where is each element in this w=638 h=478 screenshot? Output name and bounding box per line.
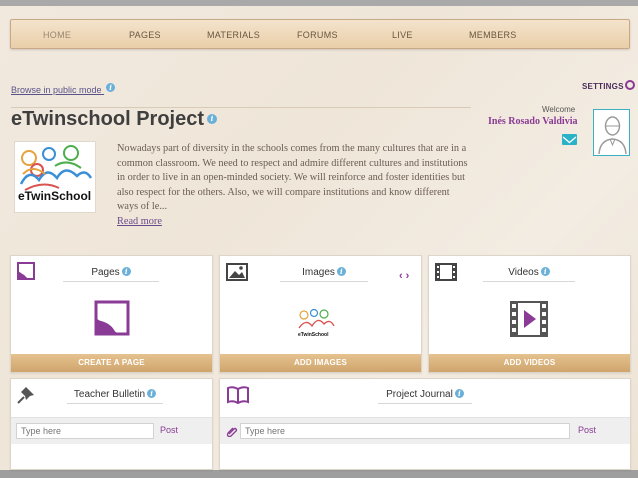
teacher-bulletin-card: Teacher Bulletini Post [10,378,213,470]
user-silhouette-icon [598,116,627,155]
nav-pages[interactable]: PAGES [129,20,161,50]
project-logo: eTwinSchool [14,141,96,213]
mail-icon[interactable] [562,134,577,145]
pages-title-label: Pages [91,267,120,278]
project-journal-card: Project Journali Post [219,378,631,470]
images-title-label: Images [302,267,335,278]
paperclip-icon[interactable] [226,425,238,437]
journal-input[interactable] [240,423,570,439]
pushpin-icon [17,387,34,404]
carousel-next-button[interactable]: › [406,270,413,282]
bulletin-post-button[interactable]: Post [160,425,178,435]
bulletin-title-label: Teacher Bulletin [73,389,146,400]
journal-post-button[interactable]: Post [578,425,596,435]
welcome-label: Welcome [542,105,576,114]
people-logo-icon [298,308,335,329]
pages-card: Pages i CREATE A PAGE [10,255,213,373]
carousel-prev-button[interactable]: ‹ [399,270,406,282]
people-logo-icon [19,145,93,191]
page-title: eTwinschool Project i [11,108,217,131]
image-thumbnail[interactable]: eTwinSchool [296,308,336,340]
carousel-controls: ‹› [399,270,412,282]
info-icon[interactable]: i [147,389,157,398]
info-icon[interactable]: i [336,267,346,276]
info-icon[interactable]: i [121,267,131,276]
browse-public-label: Browse in public mode [11,85,102,95]
create-page-button[interactable]: CREATE A PAGE [11,354,212,372]
pages-card-title: Pages i [63,267,159,282]
thumbnail-caption: eTwinSchool [298,332,329,338]
info-icon[interactable]: i [454,389,464,398]
settings-label: SETTINGS [582,82,624,91]
journal-post-bar: Post [220,417,630,444]
images-card-title: Images i [280,267,368,282]
page-frame: HOME PAGES MATERIALS FORUMS LIVE MEMBERS… [0,0,638,478]
gear-icon [624,80,635,90]
bulletin-input[interactable] [16,423,154,439]
browse-public-link[interactable]: Browse in public mode i [11,83,116,95]
video-large-icon [510,301,548,337]
page-icon [17,262,35,280]
images-card: Images i eTwinSchool ADD IMAGES [219,255,422,373]
nav-members[interactable]: MEMBERS [469,20,517,50]
nav-home[interactable]: HOME [43,20,71,50]
videos-card: Videos i ADD VIDEOS [428,255,631,373]
page-large-icon [94,300,130,336]
journal-card-title: Project Journal i [378,389,472,404]
project-title: eTwinschool Project [11,108,204,130]
nav-live[interactable]: LIVE [392,20,413,50]
nav-forums[interactable]: FORUMS [297,20,338,50]
info-icon[interactable]: i [540,267,550,276]
project-description: Nowadays part of diversity in the school… [117,143,468,213]
add-videos-button[interactable]: ADD VIDEOS [429,354,630,372]
videos-card-title: Videos i [483,267,575,282]
film-icon [435,263,457,281]
book-icon [227,386,249,404]
image-icon [226,263,248,281]
main-nav: HOME PAGES MATERIALS FORUMS LIVE MEMBERS [10,19,630,49]
avatar[interactable] [593,109,630,156]
info-icon[interactable]: i [207,114,217,124]
add-images-button[interactable]: ADD IMAGES [220,354,421,372]
journal-title-label: Project Journal [386,389,453,400]
videos-title-label: Videos [508,267,539,278]
user-name[interactable]: Inés Rosado Valdivia [488,116,577,127]
bulletin-card-title: Teacher Bulletin i [67,389,163,404]
nav-materials[interactable]: MATERIALS [207,20,260,50]
settings-button[interactable]: SETTINGS [582,80,635,91]
bulletin-post-bar: Post [11,417,212,444]
info-icon[interactable]: i [106,83,116,92]
read-more-link[interactable]: Read more [117,216,162,227]
logo-text: eTwinSchool [18,189,92,203]
